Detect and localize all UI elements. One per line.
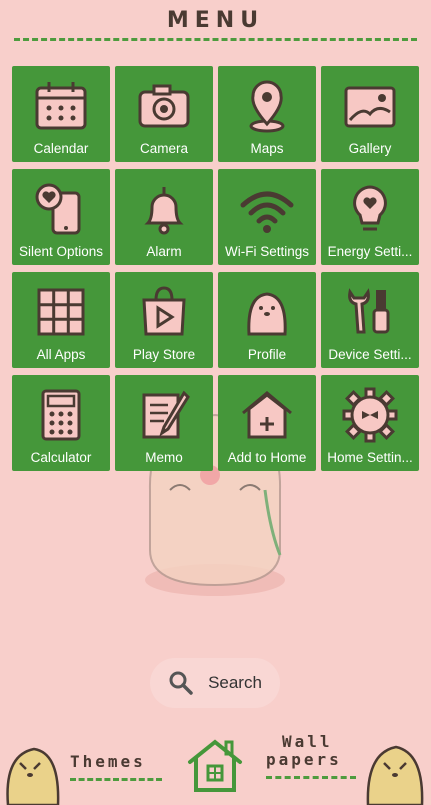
header-divider — [14, 38, 417, 41]
camera-icon — [138, 84, 190, 128]
tile-all-apps[interactable]: All Apps — [12, 272, 110, 368]
tile-label: Energy Setti... — [327, 244, 413, 259]
tile-camera[interactable]: Camera — [115, 66, 213, 162]
tile-label: Add to Home — [227, 450, 307, 465]
tile-maps[interactable]: Maps — [218, 66, 316, 162]
tile-label: All Apps — [36, 347, 86, 362]
wallpapers-label-line2: papers — [266, 750, 342, 769]
tile-alarm[interactable]: Alarm — [115, 169, 213, 265]
tile-label: Camera — [139, 141, 188, 156]
tools-icon — [348, 288, 390, 334]
themes-label: Themes — [70, 752, 146, 771]
tile-label: Gallery — [348, 141, 392, 156]
wallpapers-underline — [266, 776, 356, 779]
wallpapers-button[interactable]: Wall papers — [262, 732, 362, 792]
right-character-illustration — [366, 745, 424, 805]
calendar-icon — [35, 82, 87, 130]
tile-memo[interactable]: Memo — [115, 375, 213, 471]
profile-character-icon — [247, 292, 287, 336]
tile-label: Device Setti... — [328, 347, 412, 362]
wifi-icon — [240, 191, 294, 233]
tile-label: Home Settin... — [327, 450, 413, 465]
footer-bar: Themes Wall papers — [0, 730, 431, 805]
tile-silent-options[interactable]: Silent Options — [12, 169, 110, 265]
menu-title: MENU — [166, 8, 265, 33]
gallery-icon — [344, 86, 396, 128]
bell-icon — [144, 187, 184, 235]
tile-label: Profile — [247, 347, 287, 362]
bulb-heart-icon — [353, 185, 387, 231]
tile-home-settings[interactable]: Home Settin... — [321, 375, 419, 471]
tile-label: Calendar — [33, 141, 89, 156]
tile-label: Calculator — [30, 450, 92, 465]
tile-label: Memo — [145, 450, 183, 465]
app-grid: Calendar Camera Maps Gallery Silent Opti… — [12, 66, 419, 471]
memo-pencil-icon — [142, 390, 190, 439]
calculator-icon — [41, 389, 81, 441]
tile-gallery[interactable]: Gallery — [321, 66, 419, 162]
themes-underline — [70, 778, 162, 781]
left-character-illustration — [6, 747, 60, 805]
tile-label: Silent Options — [18, 244, 104, 259]
tile-calculator[interactable]: Calculator — [12, 375, 110, 471]
tile-label: Alarm — [146, 244, 182, 259]
tile-play-store[interactable]: Play Store — [115, 272, 213, 368]
tile-device-settings[interactable]: Device Setti... — [321, 272, 419, 368]
wallpapers-label-line1: Wall — [282, 732, 333, 751]
tile-profile[interactable]: Profile — [218, 272, 316, 368]
play-store-bag-icon — [142, 286, 186, 336]
search-button[interactable]: Search — [150, 658, 280, 708]
gear-icon — [342, 387, 398, 443]
tile-label: Play Store — [132, 347, 196, 362]
header: MENU — [0, 0, 431, 48]
tile-energy-settings[interactable]: Energy Setti... — [321, 169, 419, 265]
search-icon — [169, 671, 193, 695]
map-pin-icon — [249, 80, 285, 133]
tile-calendar[interactable]: Calendar — [12, 66, 110, 162]
tile-add-to-home[interactable]: Add to Home — [218, 375, 316, 471]
phone-heart-icon — [35, 183, 81, 235]
tile-label: Wi-Fi Settings — [224, 244, 309, 259]
themes-button[interactable]: Themes — [66, 752, 176, 792]
tile-label: Maps — [250, 141, 284, 156]
tile-wifi-settings[interactable]: Wi-Fi Settings — [218, 169, 316, 265]
grid-icon — [37, 288, 85, 336]
search-label: Search — [208, 673, 262, 692]
home-icon[interactable] — [186, 736, 244, 794]
house-plus-icon — [242, 391, 292, 439]
